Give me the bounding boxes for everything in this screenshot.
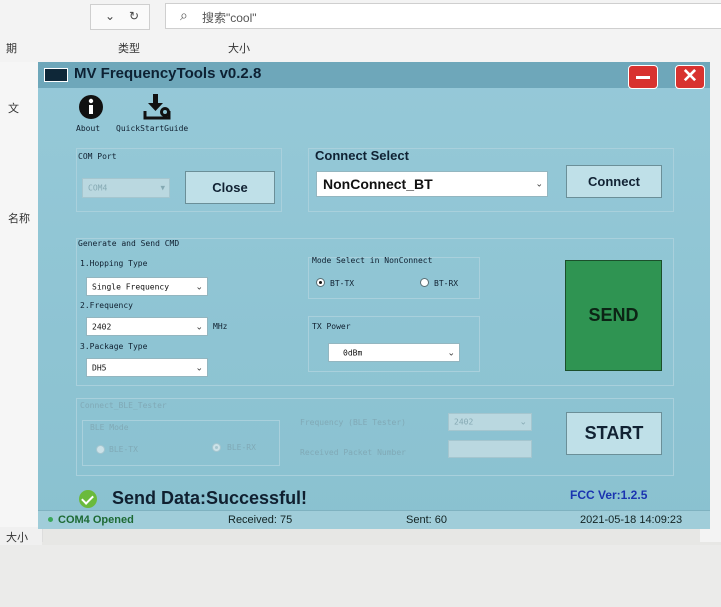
explorer-toolbar: ⌄ ↻ ⌕ 搜索"cool" 期 类型 大小 [0, 0, 721, 63]
explorer-search-input[interactable]: ⌕ 搜索"cool" [165, 3, 721, 29]
chevron-down-icon: ⌄ [519, 416, 527, 427]
chevron-down-icon: ⌄ [535, 178, 543, 189]
download-gear-icon[interactable] [142, 92, 172, 122]
ble-rx-radio[interactable] [212, 443, 221, 452]
connection-status-icon [48, 517, 53, 522]
ble-mode-title: BLE Mode [90, 423, 129, 432]
ble-frequency-label: Frequency (BLE Tester) [300, 418, 406, 427]
explorer-size-label: 大小 [6, 532, 28, 544]
ble-rx-label[interactable]: BLE-RX [227, 443, 256, 452]
package-type-value: DH5 [92, 363, 107, 372]
com-port-select[interactable]: COM4 ▾ [82, 178, 170, 198]
explorer-search-placeholder: 搜索"cool" [202, 11, 257, 25]
refresh-icon[interactable]: ↻ [129, 9, 139, 23]
desktop-background [0, 545, 721, 607]
hopping-type-select[interactable]: Single Frequency ⌄ [86, 277, 208, 296]
fcc-version: FCC Ver:1.2.5 [570, 488, 648, 502]
package-type-select[interactable]: DH5 ⌄ [86, 358, 208, 377]
connect-select-dropdown[interactable]: NonConnect_BT ⌄ [316, 171, 548, 197]
ble-tx-radio[interactable] [96, 445, 105, 454]
frequency-label: 2.Frequency [80, 301, 133, 310]
status-bar: COM4 Opened Received: 75 Sent: 60 2021-0… [38, 510, 710, 529]
connect-select-value: NonConnect_BT [323, 176, 433, 192]
bt-rx-radio[interactable] [420, 278, 429, 287]
start-button[interactable]: START [566, 412, 662, 455]
app-logo-icon [44, 68, 68, 82]
tx-power-value: 0dBm [343, 348, 363, 357]
explorer-sidebar-label: 名称 [8, 213, 30, 225]
explorer-size-hint: 大小 [0, 527, 42, 545]
ble-frequency-select[interactable]: 2402 ⌄ [448, 413, 532, 431]
info-icon[interactable] [78, 94, 104, 120]
connect-button[interactable]: Connect [566, 165, 662, 198]
connect-select-title: Connect Select [315, 148, 409, 163]
package-type-label: 3.Package Type [80, 342, 148, 351]
title-bar[interactable]: MV FrequencyTools v0.2.8 ✕ [38, 62, 710, 89]
com-port-value: COM4 [88, 183, 108, 193]
quickstart-label[interactable]: QuickStartGuide [116, 124, 188, 133]
close-port-button[interactable]: Close [185, 171, 275, 204]
sent-count: Sent: 60 [406, 514, 447, 526]
chevron-down-icon: ⌄ [447, 347, 455, 357]
about-label[interactable]: About [76, 124, 100, 133]
bt-tx-radio[interactable] [316, 278, 325, 287]
search-icon: ⌕ [180, 7, 188, 23]
generate-send-title: Generate and Send CMD [78, 239, 180, 248]
frequency-value: 2402 [92, 322, 112, 331]
hopping-type-value: Single Frequency [92, 282, 170, 291]
bt-tx-label[interactable]: BT-TX [330, 279, 354, 288]
send-status-message: Send Data:Successful! [112, 488, 308, 508]
received-packet-label: Received Packet Number [300, 448, 406, 457]
hopping-type-label: 1.Hopping Type [80, 259, 148, 268]
column-header-type[interactable]: 类型 [118, 40, 140, 56]
received-count: Received: 75 [228, 514, 293, 526]
chevron-down-icon: ▾ [160, 182, 165, 193]
column-header-date[interactable]: 期 [6, 40, 17, 56]
window-title: MV FrequencyTools v0.2.8 [74, 65, 262, 82]
ble-tester-title: Connect_BLE_Tester [80, 401, 167, 410]
explorer-nav-buttons[interactable]: ⌄ ↻ [90, 4, 150, 30]
frequency-unit: MHz [213, 322, 228, 331]
success-check-icon [79, 490, 97, 508]
explorer-sidebar: 文 名称 [0, 62, 43, 542]
bt-rx-label[interactable]: BT-RX [434, 279, 458, 288]
status-timestamp: 2021-05-18 14:09:23 [580, 514, 683, 526]
ble-tx-label[interactable]: BLE-TX [109, 445, 138, 454]
mode-select-title: Mode Select in NonConnect [312, 256, 433, 265]
frequency-select[interactable]: 2402 ⌄ [86, 317, 208, 336]
column-header-size[interactable]: 大小 [228, 40, 250, 56]
send-button[interactable]: SEND [565, 260, 662, 371]
frequency-tools-window: MV FrequencyTools v0.2.8 ✕ About QuickSt… [38, 62, 710, 529]
close-window-button[interactable]: ✕ [675, 65, 705, 89]
chevron-down-icon[interactable]: ⌄ [105, 9, 115, 23]
explorer-sidebar-label: 文 [8, 103, 19, 115]
minimize-button[interactable] [628, 65, 658, 89]
com-port-title: COM Port [78, 152, 117, 161]
tx-power-select[interactable]: 0dBm ⌄ [328, 343, 460, 362]
received-packet-field[interactable] [448, 440, 532, 458]
chevron-down-icon: ⌄ [195, 321, 203, 331]
tx-power-label: TX Power [312, 322, 351, 331]
chevron-down-icon: ⌄ [195, 281, 203, 291]
ble-frequency-value: 2402 [454, 417, 474, 427]
com-state: COM4 Opened [58, 514, 134, 526]
chevron-down-icon: ⌄ [195, 362, 203, 372]
